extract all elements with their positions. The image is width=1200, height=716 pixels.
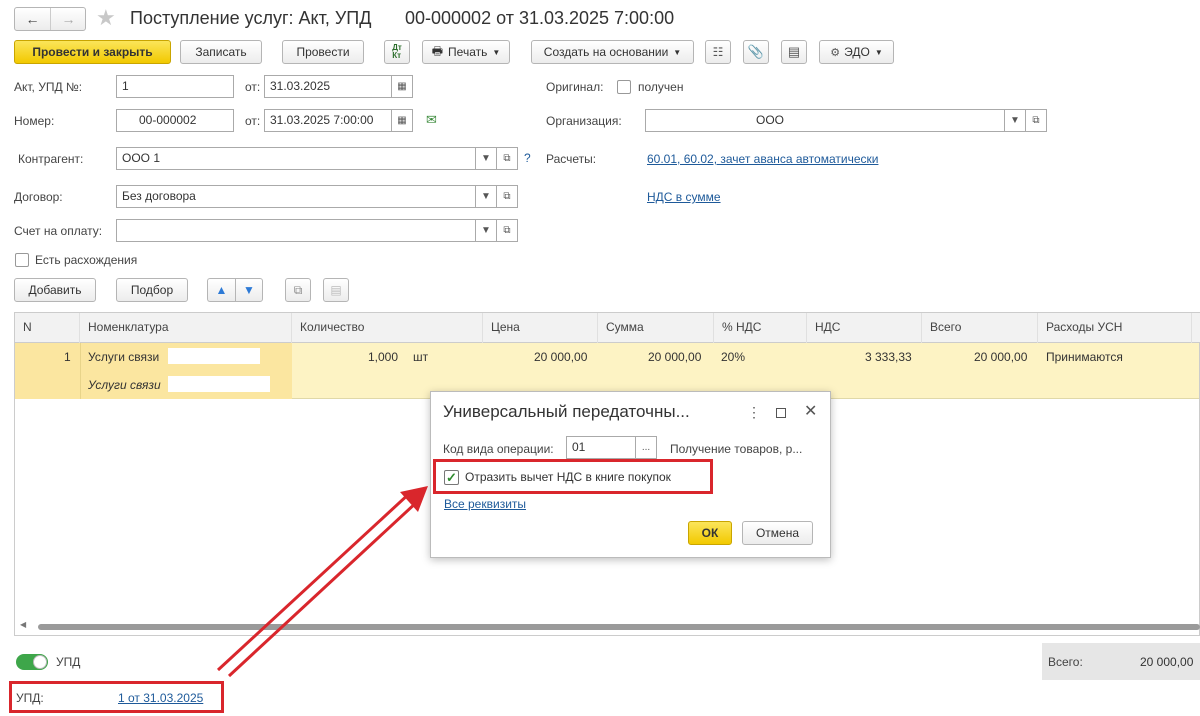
upd-label: УПД: (16, 691, 44, 705)
total-value: 20 000,00 (1140, 655, 1194, 669)
upd-toggle-label: УПД (56, 655, 81, 669)
upd-toggle[interactable] (16, 654, 48, 670)
total-label: Всего: (1048, 655, 1083, 669)
toggle-knob (33, 655, 47, 669)
annotation-arrow (216, 486, 428, 678)
upd-link[interactable]: 1 от 31.03.2025 (118, 691, 203, 705)
